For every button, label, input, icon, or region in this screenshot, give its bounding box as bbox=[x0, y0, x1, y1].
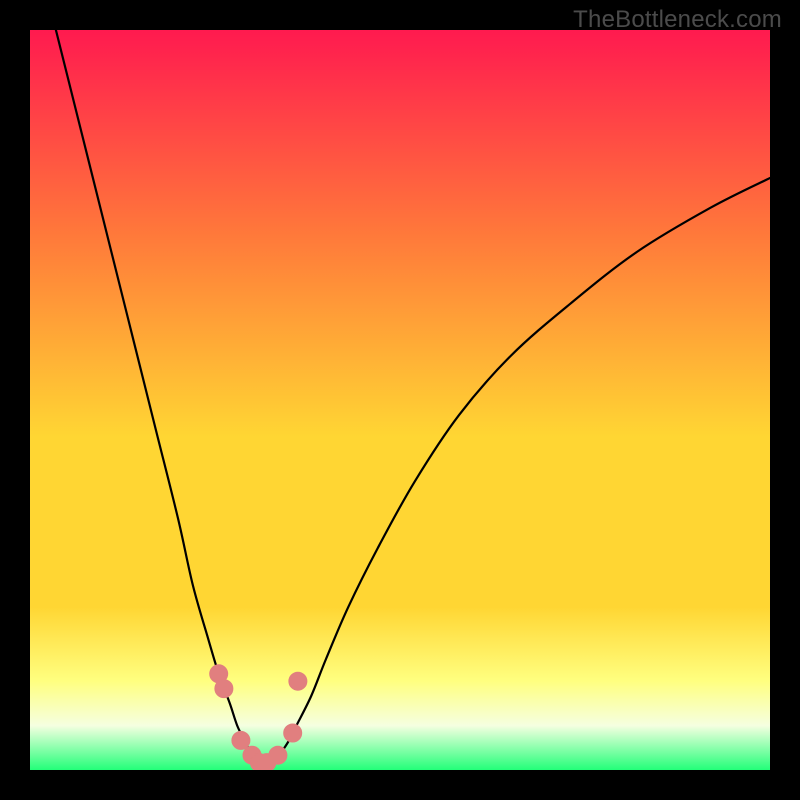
background-gradient bbox=[30, 30, 770, 770]
plot-area bbox=[30, 30, 770, 770]
watermark-text: TheBottleneck.com bbox=[573, 6, 782, 34]
gradient-rect bbox=[30, 30, 770, 770]
chart-frame: TheBottleneck.com bbox=[0, 0, 800, 800]
